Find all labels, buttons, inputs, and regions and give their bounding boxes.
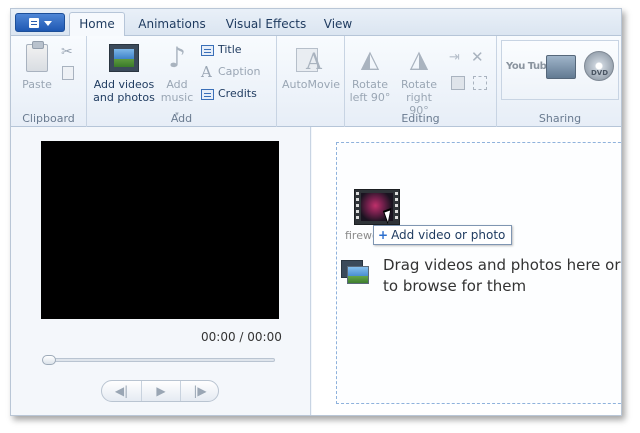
remove-icon[interactable]: ✕ <box>471 48 484 66</box>
seek-thumb[interactable] <box>42 355 56 365</box>
rotate-left-icon: ◭ <box>360 45 380 73</box>
ribbon-tab-bar: Home Animations Visual Effects View <box>11 9 621 37</box>
tab-home[interactable]: Home <box>69 12 125 37</box>
add-videos-and-photos-button[interactable]: Add videos and photos <box>91 44 157 104</box>
film-photo-icon <box>109 44 139 72</box>
dvd-label: DVD <box>591 69 609 77</box>
tab-view[interactable]: View <box>317 15 359 36</box>
video-preview[interactable] <box>41 141 279 319</box>
automovie-icon: A <box>296 44 326 74</box>
paste-label: Paste <box>22 78 52 91</box>
rotate-right-button[interactable]: ◮ Rotate right 90° <box>395 44 443 117</box>
add-group: Add videos and photos ♪ Add music ▾ Titl… <box>87 36 277 127</box>
paste-button[interactable]: Paste <box>17 41 57 91</box>
photos-icon <box>341 258 369 286</box>
document-icon <box>29 18 39 28</box>
add-music-button[interactable]: ♪ Add music ▾ <box>159 44 195 121</box>
select-all-icon[interactable] <box>473 76 487 90</box>
preview-pane: 00:00 / 00:00 ◀| ▶ |▶ <box>11 127 311 415</box>
previous-frame-button[interactable]: ◀| <box>102 381 141 401</box>
automovie-group: A AutoMovie <box>277 36 345 127</box>
title-icon <box>201 44 214 56</box>
editing-group: ◭ Rotate left 90° ◮ Rotate right 90° ⇥ ✕… <box>345 36 497 127</box>
add-video-tooltip: + Add video or photo <box>373 225 513 245</box>
credits-button[interactable]: Credits <box>201 86 257 102</box>
ribbon: Paste ✂ Clipboard Add videos and photos … <box>11 36 621 127</box>
previous-frame-icon: ◀| <box>114 384 129 398</box>
play-button[interactable]: ▶ <box>141 381 180 401</box>
title-button[interactable]: Title <box>201 42 242 58</box>
caption-label: Caption <box>218 65 261 78</box>
playback-time: 00:00 / 00:00 <box>201 330 282 344</box>
automovie-label: AutoMovie <box>281 78 341 91</box>
seek-bar[interactable] <box>42 355 275 365</box>
sharing-gallery: You Tube DVD <box>501 40 619 100</box>
copy-icon[interactable] <box>62 66 74 80</box>
clipboard-group-label: Clipboard <box>22 112 75 125</box>
drag-hint-line1: Drag videos and photos here or cli <box>383 256 622 274</box>
chevron-down-icon <box>44 21 52 26</box>
movie-maker-window: Home Animations Visual Effects View Past… <box>10 8 622 416</box>
title-label: Title <box>218 43 242 56</box>
rotate-right-label-line1: Rotate <box>400 78 437 91</box>
clipboard-group: Paste ✂ Clipboard <box>11 36 87 127</box>
add-videos-label-line1: Add videos <box>93 78 155 91</box>
add-music-label-line2: music <box>160 91 194 104</box>
automovie-button[interactable]: A AutoMovie <box>277 44 345 91</box>
add-group-label: Add <box>170 112 193 125</box>
rotate-left-label-line1: Rotate <box>351 78 388 91</box>
drag-hint-line2: to browse for them <box>383 277 527 295</box>
sharing-group-label: Sharing <box>538 112 582 125</box>
dvd-icon[interactable]: DVD <box>584 51 614 81</box>
playback-controls: ◀| ▶ |▶ <box>101 380 219 402</box>
tab-visual-effects[interactable]: Visual Effects <box>219 15 313 36</box>
drag-hint[interactable]: Drag videos and photos here or cli to br… <box>383 255 622 297</box>
sharing-group: You Tube DVD Sharing <box>497 36 621 127</box>
add-music-label-line1: Add <box>166 78 188 91</box>
tab-animations[interactable]: Animations <box>131 15 213 36</box>
caption-button[interactable]: A Caption <box>201 64 260 80</box>
tooltip-text: Add video or photo <box>391 228 506 242</box>
rotate-left-button[interactable]: ◭ Rotate left 90° <box>347 44 393 104</box>
rotate-left-label-line2: left 90° <box>349 91 391 104</box>
next-frame-button[interactable]: |▶ <box>180 381 219 401</box>
editing-group-label: Editing <box>401 112 440 125</box>
add-videos-label-line2: and photos <box>93 91 155 104</box>
rotate-right-icon: ◮ <box>409 45 429 73</box>
next-frame-icon: |▶ <box>193 384 207 398</box>
save-frame-icon[interactable] <box>451 76 465 90</box>
application-menu-button[interactable] <box>15 13 65 32</box>
credits-label: Credits <box>218 87 257 100</box>
plus-icon: + <box>378 228 389 242</box>
play-icon: ▶ <box>156 384 166 398</box>
storyboard-drop-zone[interactable]: fireworks-s... +Add video or photo Drag … <box>336 142 622 404</box>
monitor-icon[interactable] <box>546 55 576 79</box>
caption-icon: A <box>201 63 212 81</box>
storyboard-pane: fireworks-s... +Add video or photo Drag … <box>312 127 622 415</box>
music-note-icon: ♪ <box>168 41 186 74</box>
trim-icon[interactable]: ⇥ <box>449 50 460 65</box>
clipboard-icon <box>26 41 48 72</box>
credits-icon <box>201 88 214 100</box>
cut-icon[interactable]: ✂ <box>61 44 73 60</box>
